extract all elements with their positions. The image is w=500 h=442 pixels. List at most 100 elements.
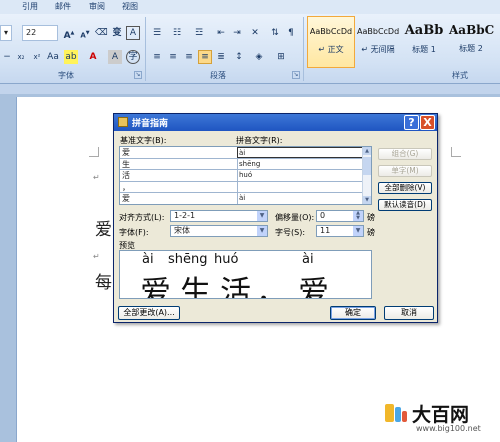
font-name-combo[interactable]: ▾ — [0, 25, 12, 41]
change-all-button[interactable]: 全部更改(A)... — [118, 306, 180, 320]
grid-row: ， — [120, 181, 363, 193]
ruler[interactable] — [0, 84, 500, 94]
multilevel-list-icon[interactable]: ☲ — [192, 26, 206, 40]
pinyin-text-cell[interactable]: ài — [237, 193, 363, 204]
offset-spinner[interactable]: 0 ▲ ▼ — [316, 210, 364, 222]
phonetic-grid: 爱 ài 生 shēng 活 huó ， 爱 ài ▲ ▼ — [119, 146, 372, 205]
style-normal[interactable]: AaBbCcDd ↵ 正文 — [307, 16, 355, 68]
base-text-cell[interactable]: ， — [122, 182, 234, 193]
grid-row: 爱 ài — [120, 147, 363, 159]
tab-view[interactable]: 视图 — [122, 1, 138, 12]
preview-box: ài shēng huó ài 爱 生 活 ， 爱 — [119, 250, 372, 299]
bullets-icon[interactable]: ☰ — [150, 26, 164, 40]
align-left-icon[interactable]: ≡ — [150, 50, 164, 64]
pinyin-text-cell[interactable]: ài — [237, 147, 363, 158]
decrease-indent-icon[interactable]: ⇤ — [214, 26, 228, 40]
style-heading-1[interactable]: AaBb 标题 1 — [402, 16, 446, 68]
increase-indent-icon[interactable]: ⇥ — [230, 26, 244, 40]
subscript-icon[interactable]: x₂ — [14, 50, 28, 64]
group-divider — [145, 17, 146, 81]
paragraph-dialog-launcher-icon[interactable]: ↘ — [292, 71, 300, 79]
tab-mailings[interactable]: 邮件 — [55, 1, 71, 12]
default-reading-button[interactable]: 默认读音(D) — [378, 199, 432, 211]
font-dialog-launcher-icon[interactable]: ↘ — [134, 71, 142, 79]
cancel-button[interactable]: 取消 — [384, 306, 434, 320]
alignment-select[interactable]: 1-2-1 ▼ — [170, 210, 268, 222]
combine-button[interactable]: 组合(G) — [378, 148, 432, 160]
scroll-thumb[interactable] — [363, 157, 371, 175]
pinyin-text-cell[interactable] — [237, 181, 363, 193]
font-size-combo[interactable]: 22 — [22, 25, 58, 41]
shrink-font-icon[interactable]: A▼ — [78, 26, 92, 40]
styles-group-label: 样式 — [452, 71, 468, 80]
preview-char: 活 — [220, 275, 251, 299]
alignment-value: 1-2-1 — [174, 211, 196, 220]
watermark-text: 大百网 — [412, 404, 470, 426]
strikethrough-icon[interactable]: − — [0, 50, 14, 64]
chinese-layout-icon[interactable]: ✕ — [248, 26, 262, 40]
base-text-cell[interactable]: 活 — [122, 170, 234, 181]
pinyin-text-label: 拼音文字(R): — [236, 136, 283, 145]
sort-icon[interactable]: ⇅ — [268, 26, 282, 40]
align-right-icon[interactable]: ≡ — [182, 50, 196, 64]
justify-icon[interactable]: ≡ — [198, 50, 212, 64]
doc-line-2[interactable]: 每 — [95, 268, 112, 293]
pinyin-text-cell[interactable]: huó — [237, 170, 363, 181]
preview-char: 爱 — [298, 275, 329, 299]
base-text-cell[interactable]: 爱 — [122, 193, 234, 204]
preview-pinyin: shēng — [168, 252, 208, 267]
preview-pinyin: ài — [142, 252, 154, 267]
distributed-icon[interactable]: ≣ — [214, 50, 228, 64]
align-center-icon[interactable]: ≡ — [166, 50, 180, 64]
grid-scrollbar[interactable]: ▲ ▼ — [362, 147, 371, 204]
chevron-down-icon[interactable]: ▼ — [257, 226, 267, 236]
highlight-icon[interactable]: ab — [64, 50, 78, 64]
base-text-cell[interactable]: 生 — [122, 159, 234, 170]
chevron-down-icon[interactable]: ▼ — [353, 226, 363, 236]
superscript-icon[interactable]: x² — [30, 50, 44, 64]
scroll-down-icon[interactable]: ▼ — [363, 196, 371, 204]
line-spacing-icon[interactable]: ↕ — [232, 50, 246, 64]
help-button[interactable]: ? — [404, 115, 419, 130]
font-color-icon[interactable]: A — [86, 50, 100, 64]
char-shading-icon[interactable]: A — [108, 50, 122, 64]
font-select[interactable]: 宋体 ▼ — [170, 225, 268, 237]
offset-value: 0 — [320, 211, 326, 220]
font-value: 宋体 — [174, 226, 190, 235]
paragraph-mark: ↵ — [93, 173, 100, 182]
offset-unit: 磅 — [367, 213, 375, 222]
style-no-spacing[interactable]: AaBbCcDd ↵ 无间隔 — [356, 16, 400, 68]
shading-icon[interactable]: ◈ — [252, 50, 266, 64]
tab-review[interactable]: 审阅 — [89, 1, 105, 12]
style-heading-2[interactable]: AaBbC 标题 2 — [448, 16, 494, 68]
base-text-label: 基准文字(B): — [120, 136, 167, 145]
spinner-arrows-icon[interactable]: ▲ ▼ — [353, 211, 363, 221]
tab-references[interactable]: 引用 — [22, 1, 38, 12]
numbering-icon[interactable]: ☷ — [170, 26, 184, 40]
base-text-cell[interactable]: 爱 — [122, 147, 234, 158]
show-marks-icon[interactable]: ¶ — [284, 26, 298, 40]
clear-all-button[interactable]: 全部删除(V) — [378, 182, 432, 194]
borders-icon[interactable]: ⊞ — [274, 50, 288, 64]
char-border-icon[interactable]: A — [126, 26, 140, 40]
chevron-down-icon[interactable]: ▼ — [257, 211, 267, 221]
change-case-icon[interactable]: Aa — [46, 50, 60, 64]
single-char-button[interactable]: 单字(M) — [378, 165, 432, 177]
close-button[interactable]: X — [420, 115, 435, 130]
pinyin-text-cell[interactable]: shēng — [237, 158, 363, 170]
dialog-title: 拼音指南 — [132, 119, 169, 129]
style-name: 标题 2 — [459, 44, 483, 53]
grow-font-icon[interactable]: A▲ — [62, 26, 76, 41]
dialog-titlebar[interactable]: 拼音指南 ? X — [114, 114, 437, 131]
style-name: ↵ 无间隔 — [361, 45, 395, 54]
doc-line-1[interactable]: 爱 — [95, 215, 112, 240]
phonetic-guide-icon[interactable]: 变 — [110, 26, 124, 40]
enclose-char-icon[interactable]: 字 — [126, 50, 140, 64]
preview-pinyin: ài — [302, 252, 314, 267]
clear-format-icon[interactable]: ⌫ — [94, 26, 108, 40]
ok-button[interactable]: 确定 — [330, 306, 376, 320]
phonetic-guide-dialog: 拼音指南 ? X 基准文字(B): 拼音文字(R): 爱 ài 生 shēng … — [113, 113, 438, 323]
scroll-up-icon[interactable]: ▲ — [363, 147, 371, 155]
paragraph-group-label: 段落 — [210, 71, 226, 80]
size-select[interactable]: 11 ▼ — [316, 225, 364, 237]
